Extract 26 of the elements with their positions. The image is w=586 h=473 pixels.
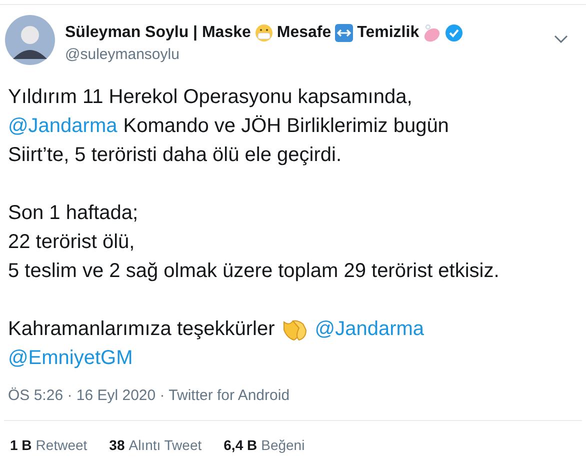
stat-label[interactable]: Beğeni bbox=[261, 434, 305, 456]
stat-label[interactable]: Retweet bbox=[36, 434, 88, 456]
clapping-hands-icon bbox=[280, 318, 309, 342]
tweet-text: Yıldırım 11 Herekol Operasyonu kapsamında, bbox=[8, 85, 412, 110]
user-name[interactable]: Mesafe bbox=[276, 21, 332, 45]
stat-count[interactable]: 1 B bbox=[10, 434, 32, 456]
stat-label[interactable]: Alıntı Tweet bbox=[128, 434, 202, 456]
tweet-text: Siirt’te, 5 teröristi daha ölü ele geçirdi. bbox=[8, 143, 342, 168]
tweet-text: 22 terörist ölü, bbox=[8, 230, 135, 255]
stat-count[interactable]: 38 bbox=[109, 434, 125, 456]
avatar[interactable] bbox=[5, 15, 55, 65]
chevron-down-icon[interactable] bbox=[554, 35, 568, 43]
stat-count[interactable]: 6,4 B bbox=[224, 434, 258, 456]
tweet-text: 5 teslim ve 2 sağ olmak üzere toplam 29 terörist etkisiz. bbox=[8, 259, 500, 284]
tweet-timestamp: ÖS 5:26 · 16 Eyl 2020 · Twitter for Android bbox=[7, 386, 291, 406]
mask-face-icon bbox=[254, 24, 273, 42]
mention-link[interactable]: @EmniyetGM bbox=[8, 344, 133, 373]
mention-link[interactable]: @Jandarma bbox=[8, 112, 118, 141]
user-handle[interactable]: @suleymansoylu bbox=[65, 45, 554, 65]
mention-link[interactable]: @Jandarma bbox=[314, 315, 424, 344]
tweet-text: Son 1 haftada; bbox=[8, 201, 138, 226]
user-name[interactable]: Temizlik bbox=[357, 21, 420, 45]
user-name[interactable]: Süleyman Soylu | Maske bbox=[65, 21, 251, 45]
tweet-text: Komando ve JÖH Birliklerimiz bugün bbox=[123, 114, 449, 139]
tweet-text: Kahramanlarımıza teşekkürler bbox=[8, 317, 275, 342]
soap-icon bbox=[423, 24, 442, 42]
